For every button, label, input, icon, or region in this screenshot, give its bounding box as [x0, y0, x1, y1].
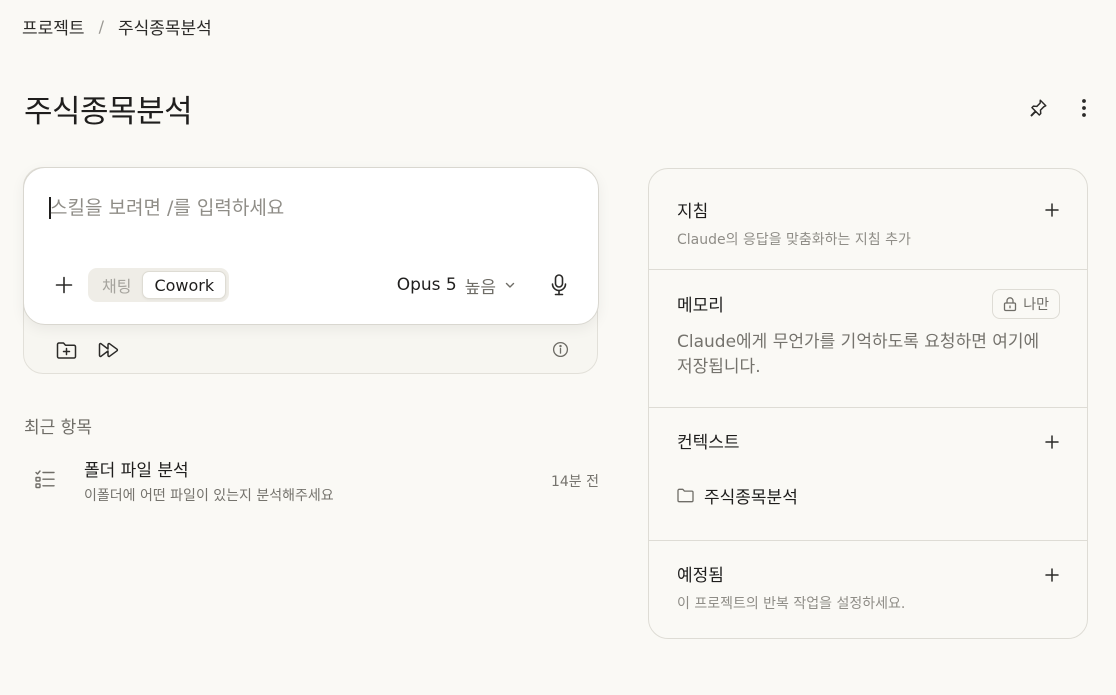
breadcrumb-separator: / — [98, 17, 104, 36]
voice-input-button[interactable] — [546, 272, 572, 298]
scheduled-title: 예정됨 — [677, 566, 724, 586]
composer: 채팅 Cowork Opus 5 높음 — [23, 167, 599, 325]
instructions-description: Claude의 응답을 맞춤화하는 지침 추가 — [677, 232, 911, 248]
add-instructions-button[interactable] — [1041, 199, 1063, 221]
model-name: Opus 5 — [396, 275, 457, 295]
composer-secondary-tools — [52, 336, 122, 364]
checklist-icon — [35, 470, 55, 489]
project-page: 프로젝트 / 주식종목분석 주식종목분석 스킬을 보려면 /를 입력하세요 채팅… — [0, 0, 1116, 695]
add-context-button[interactable] — [1041, 431, 1063, 453]
breadcrumb-current: 주식종목분석 — [117, 19, 212, 39]
more-options-button[interactable] — [1070, 94, 1098, 122]
fast-forward-icon — [98, 342, 119, 358]
breadcrumb-parent-link[interactable]: 프로젝트 — [22, 14, 85, 39]
skip-button[interactable] — [94, 336, 122, 364]
pin-icon — [1030, 99, 1047, 117]
mode-chat-tab[interactable]: 채팅 — [91, 271, 142, 299]
instructions-section: 지침 Claude의 응답을 맞춤화하는 지침 추가 — [649, 169, 1087, 270]
breadcrumb: 프로젝트 / 주식종목분석 — [22, 14, 212, 39]
plus-icon — [1045, 568, 1059, 582]
mode-toggle: 채팅 Cowork — [88, 268, 230, 302]
context-title: 컨텍스트 — [677, 433, 740, 453]
plus-icon — [1045, 435, 1059, 449]
page-title: 주식종목분석 — [24, 94, 193, 130]
info-button[interactable] — [550, 339, 570, 359]
task-list-icon-wrap — [34, 469, 56, 493]
add-attachment-button[interactable] — [50, 271, 78, 299]
memory-section: 메모리 나만 Claude에게 무언가를 기억하도록 요청하면 여기에 저장됩니… — [649, 270, 1087, 408]
chevron-down-icon — [505, 282, 515, 288]
recent-item-time: 14분 전 — [550, 474, 599, 490]
instructions-title: 지침 — [677, 202, 709, 222]
memory-visibility-label: 나만 — [1023, 297, 1049, 313]
scheduled-description: 이 프로젝트의 반복 작업을 설정하세요. — [677, 596, 906, 612]
info-icon — [552, 341, 568, 357]
more-vertical-icon — [1082, 99, 1086, 117]
recent-item-subtitle: 이폴더에 어떤 파일이 있는지 분석해주세요 — [84, 488, 334, 504]
folder-icon — [677, 488, 694, 503]
plus-icon — [1045, 203, 1059, 217]
composer-toolbar: 채팅 Cowork Opus 5 높음 — [50, 268, 572, 302]
folder-plus-icon — [56, 341, 76, 359]
context-folder-name: 주식종목분석 — [704, 488, 798, 508]
context-folder-item[interactable]: 주식종목분석 — [677, 483, 798, 508]
memory-title: 메모리 — [677, 296, 724, 316]
model-selector[interactable]: Opus 5 높음 — [397, 273, 516, 298]
add-folder-button[interactable] — [52, 336, 80, 364]
lock-icon — [1004, 297, 1017, 312]
header-actions — [1024, 94, 1098, 122]
context-section: 컨텍스트 주식종목분석 — [649, 408, 1087, 541]
microphone-icon — [551, 274, 567, 296]
effort-level: 높음 — [464, 277, 496, 298]
recent-section-label: 최근 항목 — [24, 418, 92, 438]
project-side-panel: 지침 Claude의 응답을 맞춤화하는 지침 추가 메모리 나만 Claude… — [648, 168, 1088, 639]
recent-item[interactable]: 폴더 파일 분석 이폴더에 어떤 파일이 있는지 분석해주세요 14분 전 — [24, 452, 599, 510]
plus-icon — [55, 276, 73, 294]
add-scheduled-button[interactable] — [1041, 564, 1063, 586]
mode-cowork-tab[interactable]: Cowork — [142, 271, 227, 299]
scheduled-section: 예정됨 이 프로젝트의 반복 작업을 설정하세요. — [649, 541, 1087, 638]
memory-visibility-badge[interactable]: 나만 — [992, 289, 1060, 319]
memory-description: Claude에게 무언가를 기억하도록 요청하면 여기에 저장됩니다. — [677, 332, 1040, 377]
recent-item-title: 폴더 파일 분석 — [84, 461, 189, 481]
prompt-input[interactable] — [50, 194, 570, 222]
pin-button[interactable] — [1024, 94, 1052, 122]
